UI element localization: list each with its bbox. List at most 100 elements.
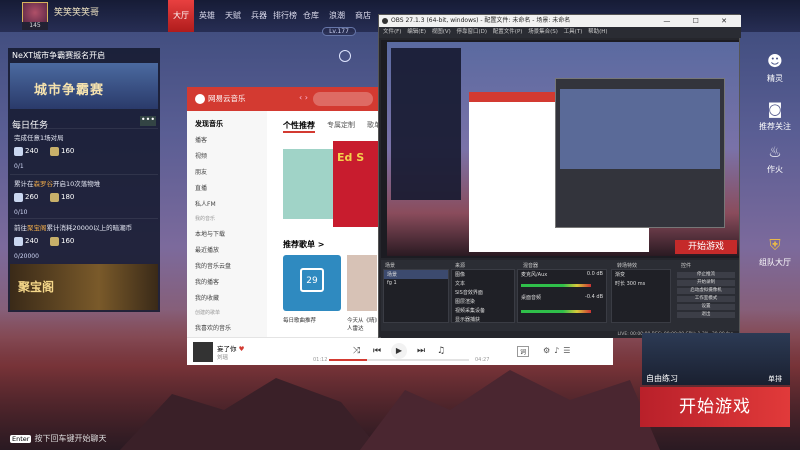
task-item[interactable]: 完成任意1场对局 240 160 0/1 (10, 128, 158, 174)
task-name: 前往聚宝阁累计消耗20000以上的暗潮币 (14, 224, 133, 232)
sidebar-item-cloud[interactable]: 我的音乐云盘 (195, 261, 231, 270)
sidebar-item-friends[interactable]: 朋友 (195, 167, 207, 176)
volume-meter[interactable] (521, 284, 591, 287)
chat-hint[interactable]: Enter 按下回车键开始聊天 (10, 433, 106, 444)
team-icon: ⛨ (769, 236, 781, 254)
sidebar-item-podcast[interactable]: 播客 (195, 135, 207, 144)
dock-title-transitions: 转场特效 (617, 263, 638, 269)
nav-leaderboard[interactable]: 排行榜 (272, 0, 298, 32)
preview-canvas: 开始游戏 (387, 42, 739, 256)
nav-warehouse[interactable]: 仓库 (298, 0, 324, 32)
settings-button[interactable]: 设置 (677, 304, 735, 310)
sidebar-item-discover[interactable]: 发现音乐 (195, 119, 223, 129)
tab-recommend[interactable]: 个性推荐 (283, 120, 315, 133)
next-icon[interactable]: ⏭ (417, 346, 425, 356)
studio-mode-button[interactable]: 工作室模式 (677, 296, 735, 302)
treasure-pavilion-banner[interactable]: 聚宝阁 (10, 264, 158, 310)
preview-obs-canvas (560, 89, 720, 169)
dock-title-controls: 控件 (681, 263, 692, 269)
sidebar-item-liked[interactable]: 我喜欢的音乐 (195, 323, 231, 332)
level-pill: Lv.177 (322, 27, 356, 36)
nav-weapons[interactable]: 兵器 (246, 0, 272, 32)
obs-menubar[interactable]: 文件(F) 编辑(E) 视图(V) 停靠窗口(D) 配置文件(P) 场景集合(S… (379, 27, 741, 38)
daily-songs-card[interactable]: 29 (283, 255, 341, 311)
source-item[interactable]: 显示器捕获 (452, 315, 514, 324)
time-total: 04:27 (475, 357, 490, 363)
task-item[interactable]: 累计在森罗谷开启10次落物堆 260 180 0/10 (10, 174, 158, 220)
team-lobby-button[interactable]: ⛨ 组队大厅 (740, 236, 800, 268)
dock-title-mixer: 混音器 (523, 263, 539, 269)
fire-button[interactable]: ♨ 作火 (740, 143, 800, 175)
artist-name: 刘瑶 (217, 355, 229, 361)
search-input[interactable] (313, 92, 373, 106)
scene-item[interactable]: 场景 (384, 270, 448, 279)
exit-button[interactable]: 退出 (677, 312, 735, 318)
music-logo[interactable]: 网易云音乐 (195, 93, 246, 104)
recommended-playlists-title[interactable]: 推荐歌单 > (283, 239, 325, 250)
elf-button[interactable]: ☻ 精灵 (740, 52, 800, 84)
silver-coin-icon (14, 192, 23, 202)
mixer-channel-mic: 麦克风/Aux 0.0 dB (521, 271, 603, 278)
prev-icon[interactable]: ⏮ (373, 346, 381, 356)
source-item[interactable]: 图层渲染 (452, 297, 514, 306)
nav-lobby[interactable]: 大厅 (168, 0, 194, 32)
nav-heroes[interactable]: 英雄 (194, 0, 220, 32)
player-level: 145 (22, 22, 48, 30)
player-name: 笑笑笑笑哥 (54, 8, 100, 18)
transition-type[interactable]: 渐变 (612, 270, 670, 279)
solo-label: 单排 (768, 375, 782, 383)
lyrics-toggle-icon[interactable]: ♫ (437, 346, 445, 356)
sidebar-item-live[interactable]: 直播 (195, 183, 207, 192)
sidebar-item-video[interactable]: 视频 (195, 151, 207, 160)
sidebar-item-recent[interactable]: 最近播放 (195, 245, 219, 254)
reward-gold: 180 (50, 191, 82, 203)
music-banner[interactable] (283, 149, 335, 219)
player-extra-icons[interactable]: ⚙♪☰ (543, 346, 574, 355)
task-progress: 0/1 (14, 163, 24, 170)
netease-logo-icon (195, 93, 205, 104)
source-item[interactable]: 视频采集设备 (452, 306, 514, 315)
radar-card[interactable] (347, 255, 377, 311)
transition-duration[interactable]: 时长 300 ms (612, 279, 670, 288)
news-banner[interactable]: 城市争霸赛 (10, 63, 158, 109)
sidebar-item-local[interactable]: 本地与下载 (195, 229, 225, 238)
source-item[interactable]: SIS音效界面 (452, 288, 514, 297)
sidebar-item-my-podcast[interactable]: 我的播客 (195, 277, 219, 286)
treasure-pavilion-label: 聚宝阁 (18, 280, 55, 294)
enter-key: Enter (10, 435, 32, 443)
sidebar-item-favorites[interactable]: 我的收藏 (195, 293, 219, 302)
gold-coin-icon (50, 192, 59, 202)
source-item[interactable]: 图像 (452, 270, 514, 279)
mixer-panel: 麦克风/Aux 0.0 dB 桌面音频 -0.4 dB (517, 269, 607, 323)
start-recording-button[interactable]: 开始录制 (677, 280, 735, 286)
tab-custom[interactable]: 专属定制 (327, 120, 355, 133)
album-cover[interactable] (193, 342, 213, 362)
recommend-follow-button[interactable]: ◙ 推荐关注 (740, 100, 800, 132)
dock-title-sources: 来源 (455, 263, 466, 269)
lyric-button[interactable]: 词 (517, 346, 530, 357)
progress-bar[interactable] (329, 359, 469, 361)
sidebar-item-fm[interactable]: 私人FM (195, 199, 216, 208)
practice-label: 自由练习 (646, 374, 678, 383)
window-controls[interactable]: — ☐ ✕ (663, 15, 737, 27)
source-item[interactable]: 文本 (452, 279, 514, 288)
back-forward-icon[interactable]: ‹ › (299, 93, 308, 102)
music-tabs: 个性推荐 专属定制 歌单 (283, 120, 381, 133)
play-button[interactable]: ▶ (391, 343, 407, 359)
stop-streaming-button[interactable]: 停止推流 (677, 272, 735, 278)
more-button[interactable]: ••• (140, 116, 156, 126)
music-sidebar: 发现音乐 播客 视频 朋友 直播 私人FM 我的音乐 本地与下载 最近播放 我的… (187, 111, 267, 337)
gold-coin-icon (50, 146, 59, 156)
heart-icon[interactable]: ♥ (239, 345, 245, 353)
task-progress: 0/20000 (14, 253, 39, 260)
practice-card[interactable]: 自由练习 单排 (642, 333, 790, 385)
task-item[interactable]: 前往聚宝阁累计消耗20000以上的暗潮币 240 160 0/20000 (10, 218, 158, 264)
music-banner-featured[interactable]: Ed S (333, 141, 381, 227)
scene-item[interactable]: fg 1 (384, 279, 448, 287)
virtual-camera-button[interactable]: 启动虚拟摄像机 (677, 288, 735, 294)
obs-preview[interactable]: 开始游戏 (381, 40, 739, 258)
shuffle-icon[interactable]: ⤨ (353, 346, 360, 356)
volume-meter[interactable] (521, 310, 591, 313)
start-game-button[interactable]: 开始游戏 (640, 387, 790, 427)
nav-talent[interactable]: 天赋 (220, 0, 246, 32)
